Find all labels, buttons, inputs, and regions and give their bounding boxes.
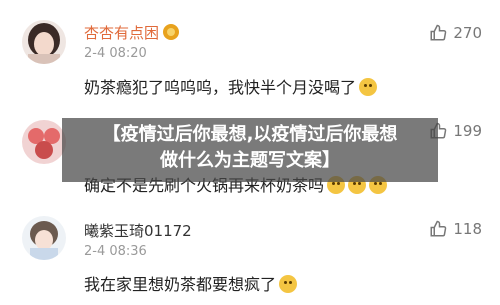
username[interactable]: 曦紫玉琦01172: [84, 220, 192, 241]
headline-line-2: 做什么为主题写文案】: [160, 150, 340, 171]
avatar[interactable]: [22, 120, 66, 164]
comment-text: 我在家里想奶茶都要想疯了: [84, 271, 298, 295]
avatar[interactable]: [22, 20, 66, 64]
vip-badge-icon: [163, 24, 180, 40]
username[interactable]: 杏杏有点困: [84, 22, 180, 43]
emoji-icon: [279, 275, 298, 293]
like-count: 118: [453, 220, 482, 238]
comment-text: 奶茶瘾犯了呜呜呜，我快半个月没喝了: [84, 74, 378, 98]
timestamp: 2-4 08:36: [84, 244, 147, 259]
headline: 【疫情过后你最想,以疫情过后你最想 做什么为主题写文案】: [62, 122, 438, 174]
headline-line-1: 【疫情过后你最想,以疫情过后你最想: [102, 124, 398, 145]
like-button[interactable]: 270: [429, 24, 482, 42]
like-count: 270: [453, 24, 482, 42]
emoji-icon: [359, 78, 378, 96]
like-count: 199: [453, 122, 482, 140]
thumbs-up-icon: [430, 220, 447, 237]
thumbs-up-icon: [430, 24, 447, 41]
avatar[interactable]: [22, 216, 66, 260]
timestamp: 2-4 08:20: [84, 46, 147, 61]
like-button[interactable]: 118: [429, 220, 482, 238]
